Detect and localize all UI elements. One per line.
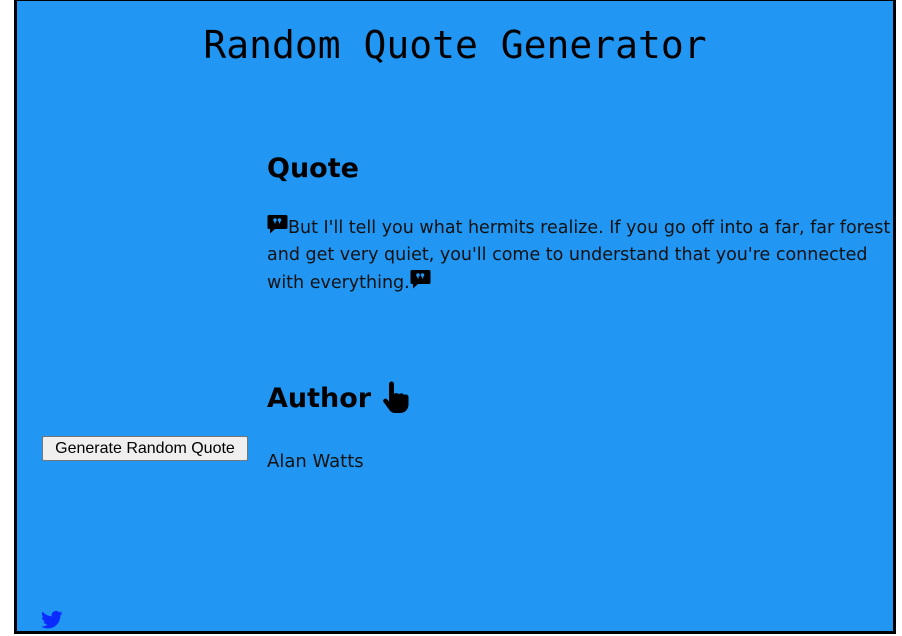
- author-heading: Author: [267, 382, 372, 414]
- quote-right-icon: [410, 269, 431, 289]
- twitter-icon: [41, 610, 63, 631]
- tweet-link[interactable]: [41, 610, 63, 630]
- quote-text: But I'll tell you what hermits realize. …: [267, 218, 891, 293]
- generate-quote-button[interactable]: Generate Random Quote: [42, 436, 248, 461]
- app-container: Random Quote Generator Quote But I'll te…: [14, 0, 896, 634]
- hand-pointer-icon: [381, 381, 411, 415]
- quote-heading: Quote: [267, 153, 359, 184]
- author-name: Alan Watts: [267, 451, 364, 472]
- quote-text-block: But I'll tell you what hermits realize. …: [267, 214, 893, 297]
- page-title: Random Quote Generator: [203, 23, 707, 67]
- quote-left-icon: [267, 214, 288, 234]
- author-heading-container: Author: [267, 381, 411, 415]
